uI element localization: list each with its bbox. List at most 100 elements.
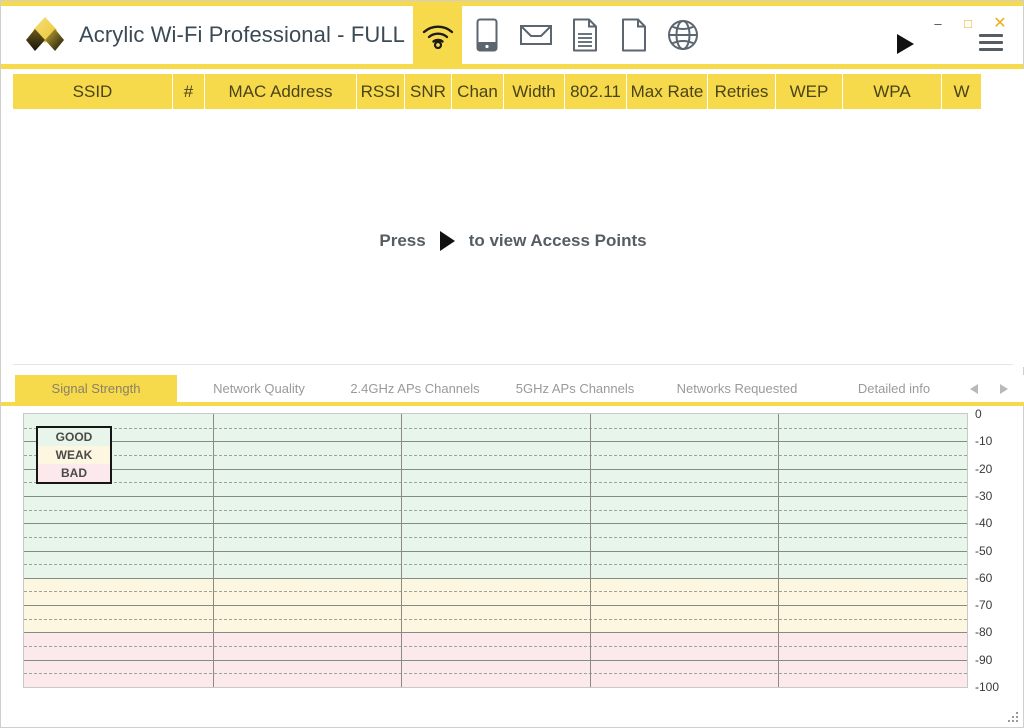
tab-detailed-info[interactable]: Detailed info — [835, 375, 953, 402]
access-points-table: SSID # MAC Address RSSI SNR Chan Width 802.11 Ma… — [1, 69, 1024, 367]
start-scan-button[interactable] — [893, 32, 917, 56]
chart-legend: GOOD WEAK BAD — [36, 426, 112, 484]
tab-label: 2.4GHz APs Channels — [350, 381, 480, 396]
y-axis-tick-label: -80 — [975, 625, 993, 640]
chart-plot-area: GOOD WEAK BAD — [23, 413, 968, 688]
table-column-header-802-11[interactable]: 802.11 — [565, 74, 627, 109]
gridline-major — [24, 495, 967, 497]
gridline-minor — [24, 482, 967, 484]
empty-state-prefix: Press — [379, 231, 426, 250]
report-icon[interactable] — [560, 6, 609, 64]
table-column-header-retries[interactable]: Retries — [708, 74, 776, 109]
hamburger-menu-icon[interactable] — [979, 34, 1003, 54]
gridline-minor — [24, 673, 967, 675]
table-column-header-ssid[interactable]: SSID — [13, 74, 173, 109]
y-axis-tick-label: -30 — [975, 488, 993, 503]
gridline-major — [24, 468, 967, 470]
tab-label: 5GHz APs Channels — [515, 381, 635, 396]
table-body: Press to view Access Points — [13, 109, 1013, 365]
resize-grip[interactable] — [1008, 712, 1020, 724]
gridline-major — [24, 550, 967, 552]
column-label: SSID — [72, 81, 113, 101]
tab-5ghz-aps-channels[interactable]: 5GHz APs Channels — [501, 375, 649, 402]
maximize-button[interactable]: □ — [957, 14, 979, 32]
toolbar-icons — [413, 6, 707, 64]
chart-y-axis: 0 -10 -20 -30 -40 -50 -60 -70 -80 -90 -100 — [973, 407, 1013, 698]
gridline-major — [24, 632, 967, 634]
column-label: WEP — [789, 81, 829, 101]
table-column-header-rssi[interactable]: RSSI — [357, 74, 405, 109]
tab-label: Detailed info — [857, 381, 931, 396]
table-column-header-w[interactable]: W — [942, 74, 982, 109]
mobile-icon[interactable] — [462, 6, 511, 64]
play-triangle-icon — [439, 231, 455, 251]
column-label: SNR — [410, 81, 446, 101]
column-label: Max Rate — [630, 81, 704, 101]
gridline-vertical — [401, 414, 402, 687]
tab-signal-strength[interactable]: Signal Strength — [15, 375, 177, 402]
legend-entry-good: GOOD — [38, 428, 110, 446]
empty-state-message: Press to view Access Points — [13, 231, 1013, 251]
column-label: W — [953, 81, 970, 101]
chevron-left-icon[interactable] — [967, 381, 983, 397]
table-column-header-mac-address[interactable]: MAC Address — [205, 74, 357, 109]
legend-entry-weak: WEAK — [38, 446, 110, 464]
gridline-major — [24, 605, 967, 607]
table-column-header-max-rate[interactable]: Max Rate — [627, 74, 708, 109]
gridline-vertical — [590, 414, 591, 687]
gridline-minor — [24, 646, 967, 648]
globe-icon[interactable] — [658, 6, 707, 64]
gridline-minor — [24, 509, 967, 511]
table-column-header-width[interactable]: Width — [504, 74, 565, 109]
tab-2-4ghz-aps-channels[interactable]: 2.4GHz APs Channels — [339, 375, 491, 402]
title-bar: Acrylic Wi-Fi Professional - FULL – □ ✕ — [1, 1, 1023, 69]
column-label: RSSI — [360, 81, 401, 101]
legend-label: WEAK — [55, 448, 93, 462]
gridline-minor — [24, 454, 967, 456]
gridline-major — [24, 441, 967, 443]
y-axis-tick-label: -100 — [975, 680, 1000, 694]
tab-label: Network Quality — [213, 381, 305, 396]
acrylic-diamond-logo — [23, 13, 67, 57]
y-axis-tick-label: -10 — [975, 434, 993, 449]
inbox-icon[interactable] — [511, 6, 560, 64]
column-label: # — [183, 81, 194, 101]
gridline-vertical — [778, 414, 779, 687]
y-axis-tick-label: -60 — [975, 570, 993, 585]
table-column-header-wpa[interactable]: WPA — [843, 74, 942, 109]
tab-networks-requested[interactable]: Networks Requested — [659, 375, 815, 402]
signal-strength-chart: GOOD WEAK BAD 0 -10 -20 -30 -40 -50 -60 -70 -80 -90… — [13, 407, 1013, 708]
column-label: Retries — [714, 81, 769, 101]
chevron-right-icon[interactable] — [995, 381, 1011, 397]
gridline-vertical — [213, 414, 214, 687]
table-column-header-snr[interactable]: SNR — [405, 74, 452, 109]
gridline-minor — [24, 536, 967, 538]
document-icon[interactable] — [609, 6, 658, 64]
table-column-header-chan[interactable]: Chan — [452, 74, 504, 109]
y-axis-tick-label: -20 — [975, 461, 993, 476]
tab-label: Signal Strength — [51, 381, 141, 396]
y-axis-tick-label: 0 — [975, 407, 982, 421]
application-window: Acrylic Wi-Fi Professional - FULL – □ ✕ … — [0, 0, 1024, 728]
window-controls: – □ ✕ — [823, 6, 1023, 64]
table-column-header-wep[interactable]: WEP — [776, 74, 843, 109]
tab-network-quality[interactable]: Network Quality — [189, 375, 329, 402]
y-axis-tick-label: -50 — [975, 543, 993, 558]
gridline-major — [24, 687, 967, 688]
column-label: Width — [512, 81, 556, 101]
gridline-minor — [24, 427, 967, 429]
column-label: Chan — [457, 81, 498, 101]
wifi-icon[interactable] — [413, 6, 463, 64]
gridline-minor — [24, 618, 967, 620]
column-label: MAC Address — [228, 81, 333, 101]
gridline-minor — [24, 591, 967, 593]
close-button[interactable]: ✕ — [989, 14, 1011, 32]
app-title: Acrylic Wi-Fi Professional - FULL — [79, 22, 406, 47]
gridline-major — [24, 523, 967, 525]
y-axis-tick-label: -90 — [975, 652, 993, 667]
gridline-major — [24, 577, 967, 579]
gridline-minor — [24, 564, 967, 566]
minimize-button[interactable]: – — [927, 14, 949, 32]
table-column-header--[interactable]: # — [173, 74, 205, 109]
legend-label: BAD — [61, 466, 87, 480]
